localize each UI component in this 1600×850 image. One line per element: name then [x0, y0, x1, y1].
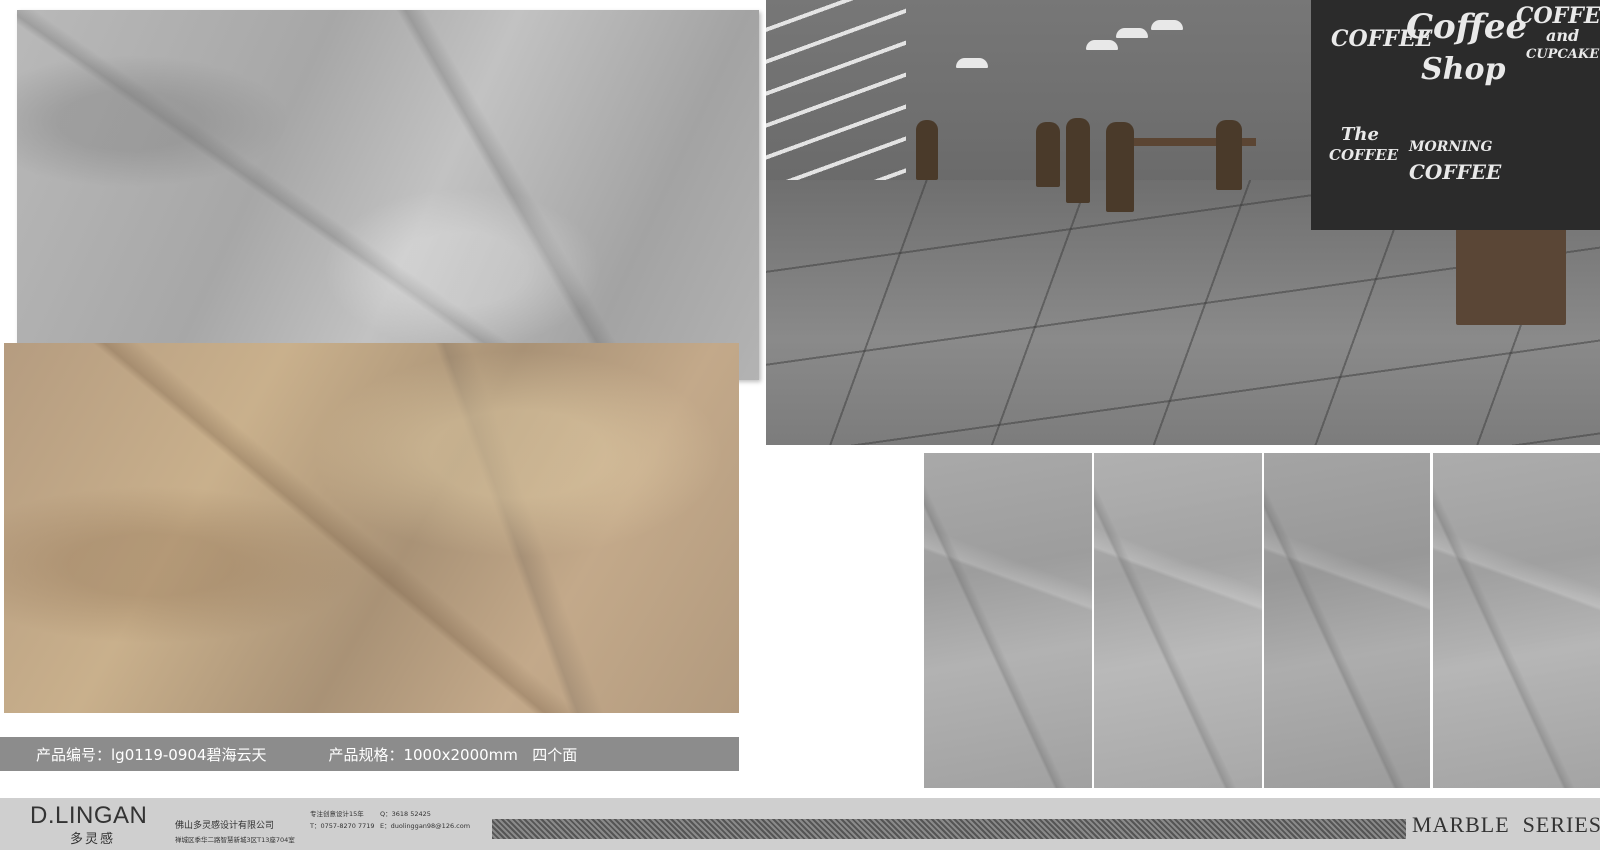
- chair: [1216, 120, 1242, 190]
- chalk-text: and: [1546, 26, 1580, 45]
- tree-bookshelf: [766, 0, 906, 190]
- pendant-lamp: [1086, 40, 1118, 50]
- product-code: 产品编号：lg0119-0904碧海云天: [36, 745, 267, 764]
- chalk-text: The: [1341, 124, 1379, 145]
- chalk-text: COFFEE: [1409, 160, 1502, 184]
- chalkboard-wall: COFFEE Coffee Shop COFFEE and CUPCAKE Th…: [1311, 0, 1600, 230]
- product-spec: 产品规格：1000x2000mm 四个面: [328, 745, 578, 764]
- chair: [1066, 118, 1090, 203]
- qq-number: Q：3618 52425: [380, 810, 431, 818]
- phone-number: T：0757-8270 7719: [310, 822, 375, 830]
- chair: [916, 120, 938, 180]
- brand-logo: D.LINGAN: [30, 802, 148, 829]
- strip-tile-4: [1433, 453, 1600, 788]
- chalk-text: MORNING: [1409, 139, 1493, 155]
- grey-marble-slab: [17, 10, 759, 380]
- pendant-lamp: [956, 58, 988, 68]
- pendant-lamp: [1116, 28, 1148, 38]
- strip-tile-3: [1264, 453, 1430, 788]
- chalk-text: COFFEE: [1329, 146, 1399, 164]
- email-address: E：duolinggan98@126.com: [380, 822, 471, 830]
- cafe-interior-render: COFFEE Coffee Shop COFFEE and CUPCAKE Th…: [766, 0, 1600, 445]
- strip-tile-2: [1094, 453, 1262, 788]
- brand-logo-cn: 多灵感: [70, 832, 116, 847]
- pendant-lamp: [1151, 20, 1183, 30]
- decorative-pattern-band: [492, 819, 1406, 839]
- chair: [1106, 122, 1134, 212]
- company-name: 佛山多灵感设计有限公司: [175, 821, 275, 831]
- chalk-text: COFFEE: [1516, 3, 1600, 29]
- series-title: MARBLE SERIES: [1412, 812, 1600, 837]
- tagline: 专注创意设计15年: [310, 810, 364, 818]
- chair: [1036, 122, 1060, 187]
- chalk-text: Coffee: [1406, 7, 1528, 47]
- strip-tile-1: [924, 453, 1092, 788]
- company-address: 禅城区季华二路智慧新城3区T13座704室: [175, 836, 295, 844]
- chalk-text: CUPCAKE: [1526, 47, 1600, 62]
- beige-marble-slab: [4, 343, 739, 713]
- product-info-bar: 产品编号：lg0119-0904碧海云天 产品规格：1000x2000mm 四个…: [0, 737, 739, 771]
- chalk-text: Shop: [1421, 52, 1506, 87]
